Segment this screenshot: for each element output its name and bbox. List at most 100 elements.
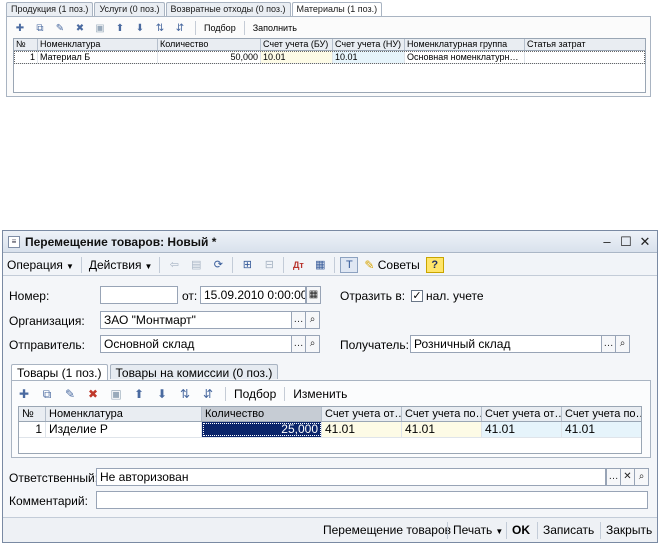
toolbar-separator (506, 522, 507, 539)
tips-button[interactable]: ✎ Советы (360, 258, 423, 272)
report-icon[interactable]: ▦ (311, 257, 329, 273)
copy-row-icon[interactable]: ⧉ (39, 386, 55, 402)
close-button[interactable]: Закрыть (606, 523, 652, 537)
sort-asc-icon[interactable]: ⇅ (177, 386, 193, 402)
cell-account-bu[interactable]: 10.01 (261, 51, 333, 63)
tab-returnable-waste[interactable]: Возвратные отходы (0 поз.) (165, 2, 291, 16)
maximize-button[interactable]: ☐ (618, 234, 634, 250)
column-header-account-from-2[interactable]: Счет учета от… (482, 407, 562, 421)
help-button[interactable]: ? (425, 256, 444, 273)
cell-quantity[interactable]: 25,000 (202, 422, 322, 437)
sender-open-icon[interactable]: ⌕ (305, 335, 320, 353)
responsible-field[interactable]: Не авторизован (96, 468, 606, 486)
close-window-button[interactable]: ✕ (637, 234, 653, 250)
copy-row-icon[interactable]: ⧉ (33, 21, 47, 35)
fill-button[interactable]: Заполнить (253, 23, 297, 33)
date-field[interactable]: 15.09.2010 0:00:00 (200, 286, 306, 304)
move-down-icon[interactable]: ⬇ (154, 386, 170, 402)
debit-credit-icon[interactable]: Дт (289, 257, 307, 273)
column-header-number[interactable]: № (19, 407, 46, 421)
column-header-account-to-1[interactable]: Счет учета по… (402, 407, 482, 421)
table-row[interactable]: 1 Материал Б 50,000 10.01 10.01 Основная… (14, 51, 645, 64)
subordinate-icon[interactable]: ⊟ (260, 257, 278, 273)
cell-quantity[interactable]: 50,000 (158, 51, 261, 63)
move-up-icon[interactable]: ⬆ (113, 21, 127, 35)
tax-accounting-checkbox[interactable]: ✓ (411, 290, 423, 302)
responsible-select-button[interactable]: … (606, 468, 621, 486)
table-row[interactable]: 1 Изделие Р 25,000 41.01 41.01 41.01 41.… (19, 422, 641, 438)
add-row-icon[interactable]: ✚ (13, 21, 27, 35)
tab-products[interactable]: Продукция (1 поз.) (6, 2, 94, 16)
cell-nomenclature-group[interactable]: Основная номенклатурн… (405, 51, 525, 63)
select-button[interactable]: Подбор (234, 387, 276, 401)
cell-account-from-2[interactable]: 41.01 (482, 422, 562, 437)
cell-nomenclature[interactable]: Материал Б (38, 51, 158, 63)
column-header-nomenclature-group[interactable]: Номенклатурная группа (405, 39, 525, 50)
column-header-account-to-2[interactable]: Счет учета по… (562, 407, 641, 421)
end-edit-icon[interactable]: ▣ (93, 21, 107, 35)
move-down-icon[interactable]: ⬇ (133, 21, 147, 35)
save-button[interactable]: Записать (543, 523, 594, 537)
cell-account-to-2[interactable]: 41.01 (562, 422, 641, 437)
editing-mode-icon[interactable]: T (340, 256, 359, 273)
column-header-account-nu[interactable]: Счет учета (НУ) (333, 39, 405, 50)
column-header-quantity[interactable]: Количество (158, 39, 261, 50)
sender-select-button[interactable]: … (291, 335, 306, 353)
responsible-open-icon[interactable]: ⌕ (634, 468, 649, 486)
delete-row-icon[interactable]: ✖ (73, 21, 87, 35)
actions-menu[interactable]: Действия ▼ (85, 258, 157, 272)
receiver-warehouse-field[interactable]: Розничный склад (410, 335, 602, 353)
tab-materials[interactable]: Материалы (1 поз.) (291, 2, 383, 17)
operation-menu-label: Операция (7, 257, 63, 272)
cell-account-nu[interactable]: 10.01 (333, 51, 405, 63)
column-header-number[interactable]: № (14, 39, 38, 50)
add-row-icon[interactable]: ✚ (16, 386, 32, 402)
sort-desc-icon[interactable]: ⇵ (173, 21, 187, 35)
receiver-select-button[interactable]: … (601, 335, 616, 353)
change-button[interactable]: Изменить (293, 387, 347, 401)
cell-account-to-1[interactable]: 41.01 (402, 422, 482, 437)
organization-field[interactable]: ЗАО "Монтмарт" (100, 311, 292, 329)
edit-row-icon[interactable]: ✎ (62, 386, 78, 402)
structure-icon[interactable]: ⊞ (238, 257, 256, 273)
column-header-account-from-1[interactable]: Счет учета от… (322, 407, 402, 421)
tab-goods[interactable]: Товары (1 поз.) (11, 364, 108, 381)
materials-table[interactable]: № Номенклатура Количество Счет учета (БУ… (13, 38, 646, 93)
tab-services[interactable]: Услуги (0 поз.) (94, 2, 165, 16)
responsible-clear-icon[interactable]: ✕ (620, 468, 635, 486)
tab-goods-on-commission[interactable]: Товары на комиссии (0 поз.) (109, 364, 279, 380)
minimize-button[interactable]: – (599, 234, 615, 250)
goods-table[interactable]: № Номенклатура Количество Счет учета от…… (18, 406, 642, 454)
cell-nomenclature[interactable]: Изделие Р (46, 422, 202, 437)
column-header-cost-item[interactable]: Статья затрат (525, 39, 645, 50)
window-titlebar[interactable]: ≡ Перемещение товаров: Новый * – ☐ ✕ (3, 231, 657, 253)
delete-row-icon[interactable]: ✖ (85, 386, 101, 402)
select-button[interactable]: Подбор (204, 23, 236, 33)
print-menu-button[interactable]: Печать ▼ (453, 523, 503, 537)
print-form-button[interactable]: Перемещение товаров (323, 523, 451, 537)
organization-open-icon[interactable]: ⌕ (305, 311, 320, 329)
refresh-icon[interactable]: ⟳ (209, 257, 227, 273)
edit-row-icon[interactable]: ✎ (53, 21, 67, 35)
organization-select-button[interactable]: … (291, 311, 306, 329)
operation-menu[interactable]: Операция ▼ (3, 258, 78, 272)
number-field[interactable] (100, 286, 178, 304)
sender-warehouse-field[interactable]: Основной склад (100, 335, 292, 353)
calendar-icon[interactable]: ▦ (306, 286, 321, 304)
column-header-quantity[interactable]: Количество (202, 407, 322, 421)
column-header-nomenclature[interactable]: Номенклатура (46, 407, 202, 421)
end-edit-icon[interactable]: ▣ (108, 386, 124, 402)
receiver-open-icon[interactable]: ⌕ (615, 335, 630, 353)
comment-field[interactable] (96, 491, 648, 509)
sort-asc-icon[interactable]: ⇅ (153, 21, 167, 35)
sort-desc-icon[interactable]: ⇵ (200, 386, 216, 402)
cell-account-from-1[interactable]: 41.01 (322, 422, 402, 437)
cell-number: 1 (19, 422, 46, 437)
ok-button[interactable]: OK (512, 523, 530, 537)
based-on-icon[interactable]: ⇦ (165, 257, 183, 273)
column-header-nomenclature[interactable]: Номенклатура (38, 39, 158, 50)
move-up-icon[interactable]: ⬆ (131, 386, 147, 402)
cell-cost-item[interactable] (525, 51, 645, 63)
post-icon[interactable]: ▤ (187, 257, 205, 273)
column-header-account-bu[interactable]: Счет учета (БУ) (261, 39, 333, 50)
